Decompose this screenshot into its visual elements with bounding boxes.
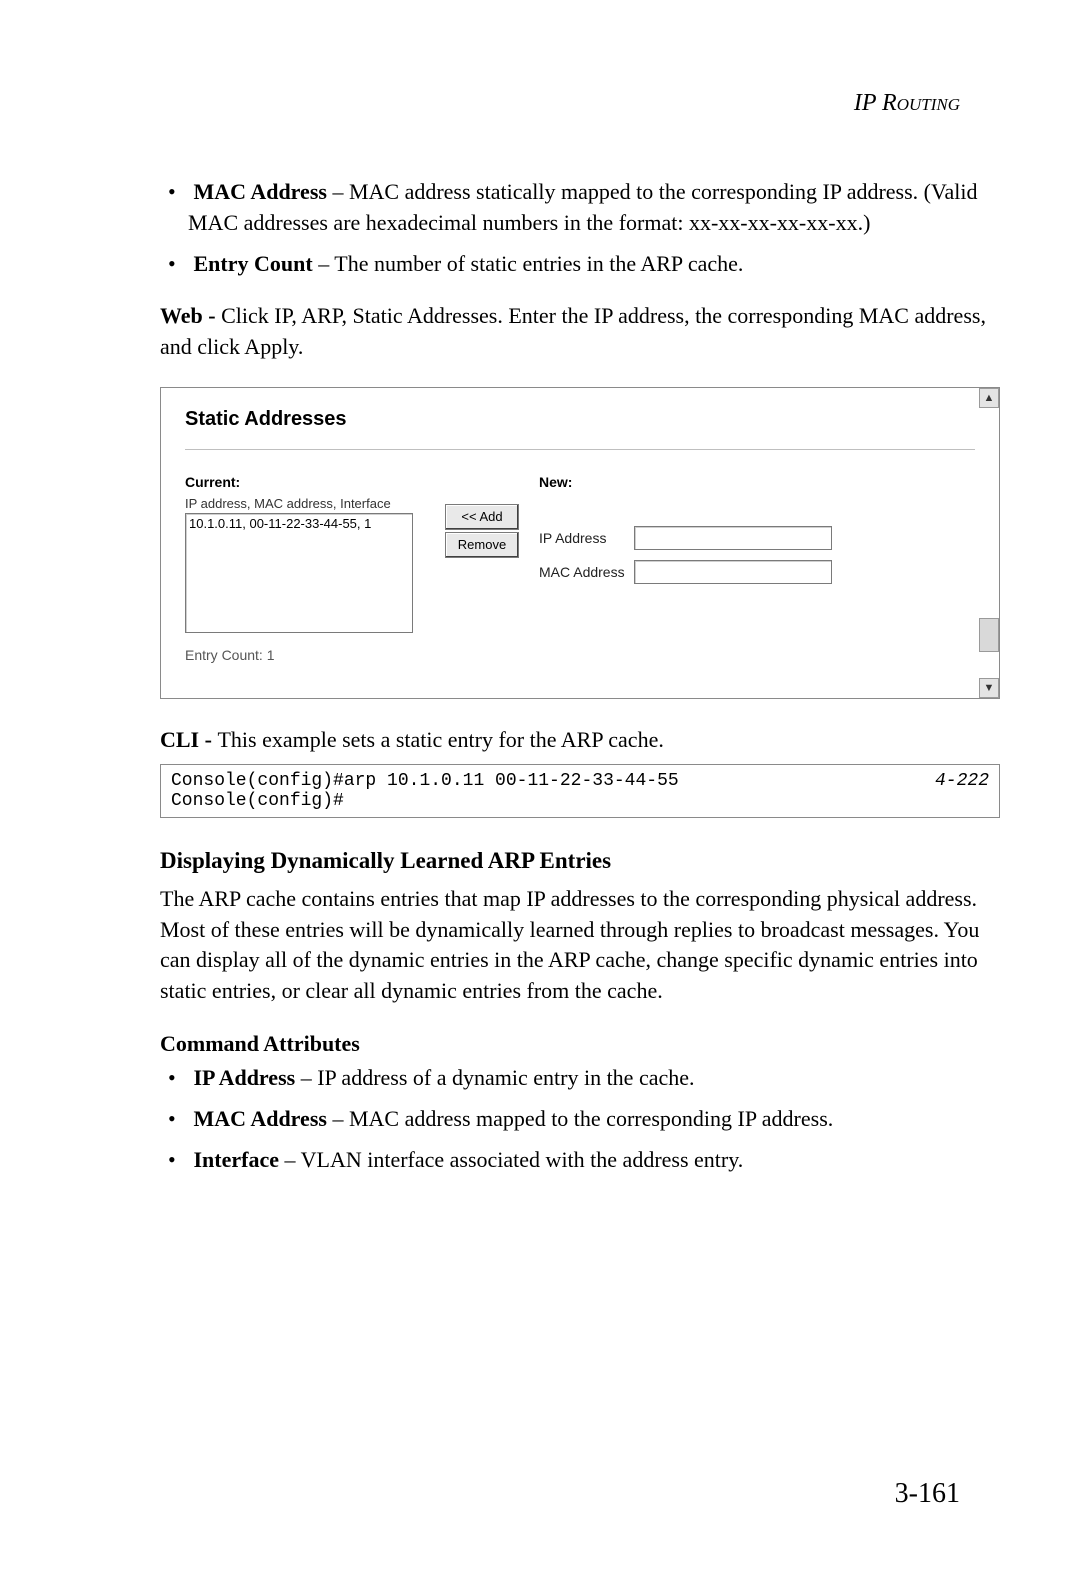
static-addresses-panel: Static Addresses Current: IP address, MA…: [160, 387, 1000, 699]
bullet-label: Interface: [194, 1147, 280, 1172]
new-column: New: IP Address MAC Address: [527, 474, 975, 633]
scrollbar-thumb[interactable]: [979, 618, 999, 652]
scroll-up-button[interactable]: [979, 388, 999, 408]
current-label: Current:: [185, 474, 445, 490]
page-number: 3-161: [895, 1478, 960, 1510]
section-heading: Displaying Dynamically Learned ARP Entri…: [160, 848, 1000, 874]
bullet-text: – The number of static entries in the AR…: [313, 251, 744, 276]
mac-row: MAC Address: [539, 560, 975, 584]
remove-button[interactable]: Remove: [445, 532, 519, 558]
ip-row: IP Address: [539, 526, 975, 550]
top-bullet-list: MAC Address – MAC address statically map…: [160, 177, 1000, 279]
bullet-label: MAC Address: [194, 1106, 327, 1131]
cli-lines: Console(config)#arp 10.1.0.11 00-11-22-3…: [171, 771, 679, 811]
cli-body: This example sets a static entry for the…: [217, 727, 663, 752]
panel-rule: [185, 449, 975, 450]
web-body: Click IP, ARP, Static Addresses. Enter t…: [160, 303, 986, 359]
new-label: New:: [539, 474, 975, 490]
add-button[interactable]: << Add: [445, 504, 519, 530]
bullet-item: MAC Address – MAC address mapped to the …: [188, 1104, 1000, 1135]
current-caption: IP address, MAC address, Interface: [185, 496, 445, 511]
bullet-label: Entry Count: [194, 251, 313, 276]
mac-address-input[interactable]: [634, 560, 832, 584]
bullet-label: IP Address: [194, 1065, 296, 1090]
bullet-text: – IP address of a dynamic entry in the c…: [295, 1065, 694, 1090]
bullet-item: IP Address – IP address of a dynamic ent…: [188, 1063, 1000, 1094]
bullet-item: Entry Count – The number of static entri…: [188, 249, 1000, 280]
panel-columns: Current: IP address, MAC address, Interf…: [185, 474, 975, 633]
current-listbox[interactable]: 10.1.0.11, 00-11-22-33-44-55, 1: [185, 513, 413, 633]
ip-address-label: IP Address: [539, 530, 634, 546]
button-column: << Add Remove: [445, 474, 527, 633]
mac-address-label: MAC Address: [539, 564, 634, 580]
ip-address-input[interactable]: [634, 526, 832, 550]
bullet-item: Interface – VLAN interface associated wi…: [188, 1145, 1000, 1176]
web-lead: Web -: [160, 303, 221, 328]
entry-count-label: Entry Count: 1: [185, 647, 975, 663]
current-column: Current: IP address, MAC address, Interf…: [185, 474, 445, 633]
bullet-text: – MAC address mapped to the correspondin…: [327, 1106, 833, 1131]
bullet-text: – VLAN interface associated with the add…: [279, 1147, 743, 1172]
panel-title: Static Addresses: [185, 408, 975, 431]
command-attributes-list: IP Address – IP address of a dynamic ent…: [160, 1063, 1000, 1175]
list-item[interactable]: 10.1.0.11, 00-11-22-33-44-55, 1: [189, 516, 409, 531]
command-attributes-heading: Command Attributes: [160, 1031, 1000, 1057]
section-body: The ARP cache contains entries that map …: [160, 884, 1000, 1007]
scroll-down-button[interactable]: [979, 678, 999, 698]
cli-example-box: Console(config)#arp 10.1.0.11 00-11-22-3…: [160, 764, 1000, 818]
page-header: IP Routing: [160, 90, 1000, 117]
bullet-item: MAC Address – MAC address statically map…: [188, 177, 1000, 239]
bullet-label: MAC Address: [194, 179, 327, 204]
web-paragraph: Web - Click IP, ARP, Static Addresses. E…: [160, 301, 1000, 363]
cli-paragraph: CLI - This example sets a static entry f…: [160, 725, 1000, 756]
cli-lead: CLI -: [160, 727, 217, 752]
page: IP Routing MAC Address – MAC address sta…: [0, 0, 1080, 1570]
panel-inner: Static Addresses Current: IP address, MA…: [161, 388, 999, 673]
cli-ref: 4-222: [935, 771, 989, 811]
